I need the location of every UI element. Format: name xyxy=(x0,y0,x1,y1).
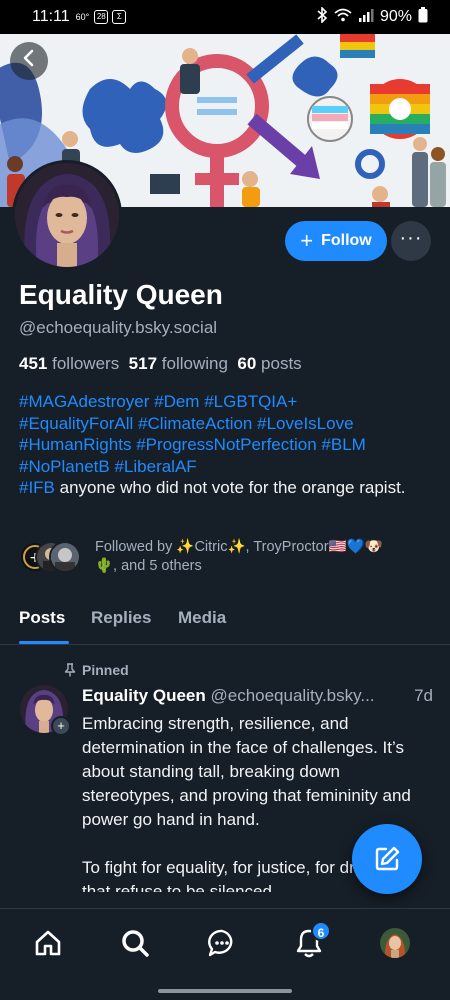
display-name: Equality Queen xyxy=(19,279,223,310)
profile-avatar-small xyxy=(380,928,410,958)
notification-count-badge: 6 xyxy=(311,921,331,941)
bottom-navigation: 6 xyxy=(0,908,450,1000)
hashtag-link[interactable]: #Dem xyxy=(154,392,199,411)
more-options-button[interactable]: ··· xyxy=(391,221,431,261)
hashtag-link[interactable]: #LoveIsLove xyxy=(257,414,353,433)
nav-search[interactable] xyxy=(119,927,151,959)
hashtag-link[interactable]: #EqualityForAll xyxy=(19,414,133,433)
followed-by-row[interactable]: + Followed by ✨Citric✨, TroyProctor🇺🇸💙🐶 … xyxy=(19,537,439,577)
nav-chat[interactable] xyxy=(206,927,238,959)
hashtag-link[interactable]: #BLM xyxy=(321,435,365,454)
post-header: Equality Queen @echoequality.bsky... 7d xyxy=(82,686,437,706)
hashtag-link[interactable]: #MAGAdestroyer xyxy=(19,392,149,411)
sigma-icon: Σ xyxy=(112,10,127,24)
home-icon xyxy=(35,930,61,956)
followers-stat[interactable]: 451 followers xyxy=(19,354,119,373)
hashtag-link[interactable]: #LGBTQIA+ xyxy=(204,392,297,411)
hashtag-link[interactable]: #ClimateAction xyxy=(138,414,252,433)
nav-home[interactable] xyxy=(32,927,64,959)
hashtag-link[interactable]: #ProgressNotPerfection xyxy=(136,435,316,454)
signal-icon xyxy=(358,8,374,26)
profile-bio: #MAGAdestroyer #Dem #LGBTQIA+ #EqualityF… xyxy=(19,391,439,499)
status-bar: 11:11 60° 28 Σ 90% xyxy=(0,0,450,34)
battery-icon xyxy=(418,7,428,27)
pin-icon xyxy=(64,663,76,677)
bio-text: anyone who did not vote for the orange r… xyxy=(54,478,406,497)
tab-media[interactable]: Media xyxy=(178,608,226,628)
status-temp: 60° xyxy=(75,12,90,22)
profile-stats: 451 followers 517 following 60 posts xyxy=(19,354,302,374)
following-stat[interactable]: 517 following xyxy=(129,354,228,373)
follower-avatar xyxy=(49,541,81,573)
follower-avatars: + xyxy=(19,539,85,575)
wifi-icon xyxy=(334,8,352,26)
followed-by-text-more: 🌵, and 5 others xyxy=(95,558,202,574)
home-indicator xyxy=(158,989,292,993)
hashtag-link[interactable]: #NoPlanetB xyxy=(19,457,110,476)
follow-button[interactable]: + Follow xyxy=(285,221,387,261)
search-icon xyxy=(122,930,149,957)
tab-replies[interactable]: Replies xyxy=(91,608,151,628)
nav-profile[interactable] xyxy=(379,927,411,959)
tab-posts[interactable]: Posts xyxy=(19,608,65,628)
active-tab-indicator xyxy=(19,641,69,644)
calendar-icon: 28 xyxy=(94,10,109,24)
hashtag-link[interactable]: #LiberalAF xyxy=(114,457,196,476)
plus-icon: + xyxy=(300,228,314,253)
compose-icon xyxy=(375,846,400,871)
profile-handle: @echoequality.bsky.social xyxy=(19,318,218,337)
post-author-name[interactable]: Equality Queen xyxy=(82,686,206,705)
post-timestamp: 7d xyxy=(412,686,433,706)
profile-tabs: Posts Replies Media xyxy=(0,595,450,645)
followed-by-text: Followed by ✨Citric✨, TroyProctor🇺🇸💙🐶 xyxy=(95,539,383,555)
hashtag-link[interactable]: #IFB xyxy=(19,478,55,497)
ellipsis-icon: ··· xyxy=(399,227,423,249)
nav-notifications[interactable]: 6 xyxy=(293,921,331,959)
profile-avatar[interactable] xyxy=(12,160,122,270)
bluetooth-icon xyxy=(316,6,328,27)
follow-author-plus-icon[interactable]: + xyxy=(51,716,71,736)
post-text: Embracing strength, resilience, and dete… xyxy=(82,714,411,829)
battery-percent: 90% xyxy=(379,8,412,25)
chevron-left-icon xyxy=(23,49,34,67)
compose-post-button[interactable] xyxy=(352,824,422,894)
back-button[interactable] xyxy=(10,42,48,80)
pinned-label: Pinned xyxy=(82,662,129,678)
post-author-handle: @echoequality.bsky... xyxy=(210,686,375,705)
chat-icon xyxy=(208,929,233,957)
follow-label: Follow xyxy=(321,232,372,249)
pinned-indicator: Pinned xyxy=(64,662,129,678)
posts-stat: 60 posts xyxy=(237,354,302,373)
status-time: 11:11 xyxy=(32,8,70,25)
hashtag-link[interactable]: #HumanRights xyxy=(19,435,131,454)
